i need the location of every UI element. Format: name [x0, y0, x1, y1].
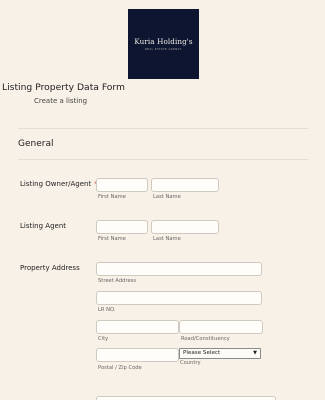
owner-first-name-sublabel: First Name — [98, 194, 126, 200]
country-sublabel: Country — [180, 360, 201, 366]
road-constituency-input[interactable] — [179, 320, 263, 334]
agent-field-label: Listing Agent — [20, 222, 67, 230]
agent-first-name-input[interactable] — [96, 220, 148, 234]
city-sublabel: City — [98, 336, 109, 342]
street-address-sublabel: Street Address — [98, 278, 137, 284]
road-constituency-sublabel: Road/Constituency — [181, 336, 230, 342]
dropdown-arrow-icon: ▼ — [253, 350, 257, 356]
owner-last-name-input[interactable] — [151, 178, 219, 192]
logo-tagline: REAL ESTATE AGENCY — [144, 48, 182, 51]
owner-field-label: Listing Owner/Agent* — [20, 180, 98, 188]
agent-last-name-sublabel: Last Name — [153, 236, 181, 242]
postal-code-input[interactable] — [96, 348, 179, 362]
owner-last-name-sublabel: Last Name — [153, 194, 181, 200]
next-field-input[interactable] — [96, 396, 276, 400]
lr-no-sublabel: LR NO. — [98, 307, 116, 313]
agent-first-name-sublabel: First Name — [98, 236, 126, 242]
section-divider — [18, 159, 308, 160]
logo-brand-text: Kuria Holding's — [134, 37, 193, 46]
postal-code-sublabel: Postal / Zip Code — [98, 365, 142, 371]
owner-label-text: Listing Owner/Agent — [20, 180, 92, 188]
city-input[interactable] — [96, 320, 179, 334]
country-selected-value: Please Select — [183, 350, 221, 356]
company-logo: Kuria Holding's REAL ESTATE AGENCY — [128, 9, 199, 79]
country-select[interactable]: Please Select ▼ — [179, 348, 261, 359]
street-address-input[interactable] — [96, 262, 262, 276]
form-subtitle: Create a listing — [34, 97, 88, 105]
form-title: Listing Property Data Form — [2, 82, 125, 93]
owner-first-name-input[interactable] — [96, 178, 148, 192]
agent-last-name-input[interactable] — [151, 220, 219, 234]
section-title-general: General — [18, 139, 54, 149]
header-divider — [18, 128, 308, 129]
lr-no-input[interactable] — [96, 291, 262, 305]
address-field-label: Property Address — [20, 264, 80, 272]
